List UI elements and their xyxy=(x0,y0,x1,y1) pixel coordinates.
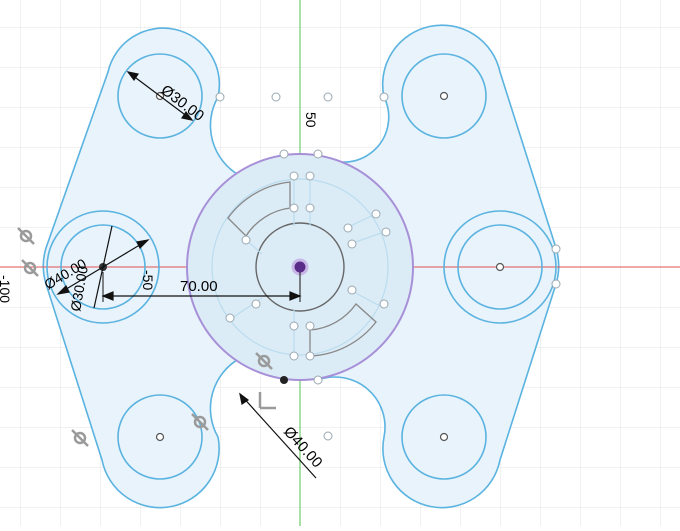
origin-point[interactable] xyxy=(291,258,309,276)
ruler-label-minus-50: -50 xyxy=(140,270,156,290)
fixed-point[interactable] xyxy=(280,376,288,384)
ruler-label-minus-100: -100 xyxy=(0,275,13,303)
dim-horizontal-distance[interactable]: 70.00 xyxy=(180,278,218,295)
ruler-label-50: 50 xyxy=(303,112,319,128)
sketch-canvas[interactable]: Ø30.00 Ø40.00 Ø30.00 70.00 Ø40.00 50 -50… xyxy=(0,0,680,526)
sketch-viewport[interactable]: Ø30.00 Ø40.00 Ø30.00 70.00 Ø40.00 50 -50… xyxy=(0,0,680,526)
